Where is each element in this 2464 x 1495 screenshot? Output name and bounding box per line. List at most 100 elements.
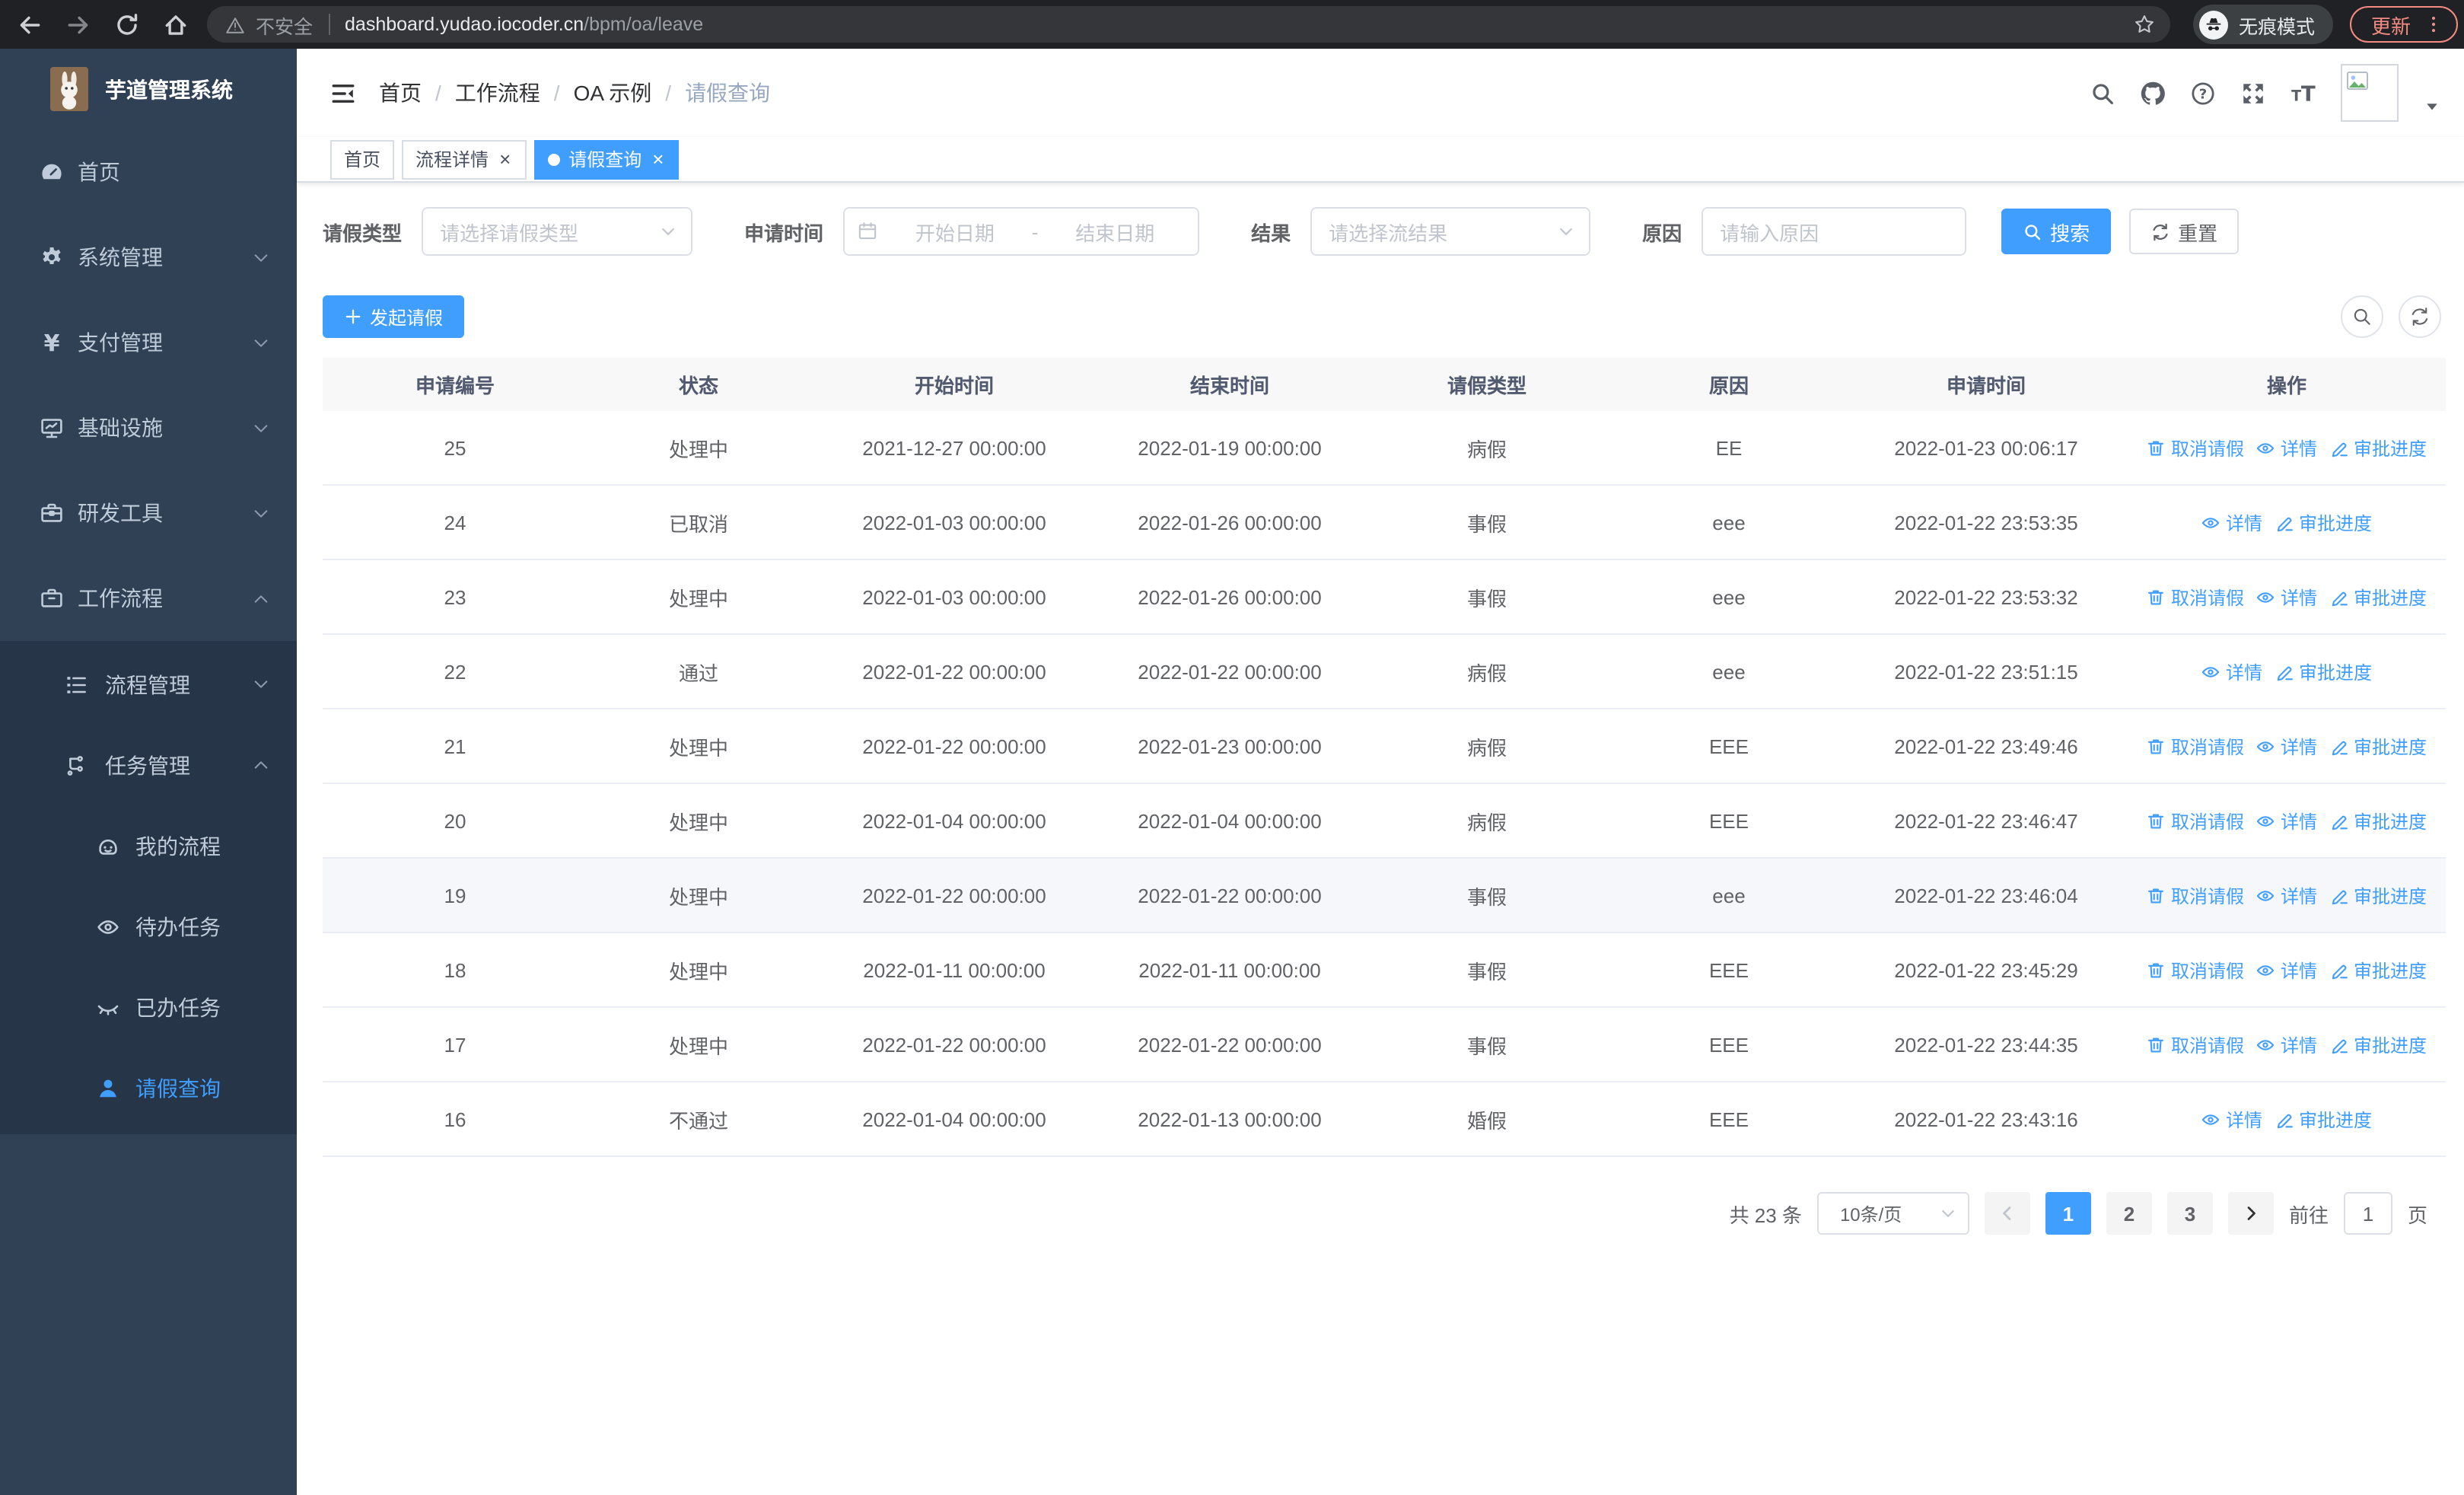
result-select[interactable]: 请选择流结果 [1310, 207, 1591, 256]
svg-text:T: T [2301, 81, 2316, 106]
browser-reload-icon[interactable] [114, 11, 140, 37]
action-cancel[interactable]: 取消请假 [2147, 1031, 2244, 1057]
action-detail[interactable]: 详情 [2256, 882, 2317, 908]
table-cell: 2022-01-22 23:49:46 [1894, 735, 2078, 757]
breadcrumb-item[interactable]: 工作流程 [455, 78, 540, 108]
action-progress[interactable]: 审批进度 [2329, 435, 2427, 461]
close-tab-icon[interactable]: × [651, 149, 665, 169]
action-progress[interactable]: 审批进度 [2275, 1106, 2372, 1132]
tab-leave-query[interactable]: 请假查询 × [533, 139, 680, 179]
font-size-icon[interactable]: TT [2291, 80, 2316, 106]
breadcrumb-item[interactable]: 首页 [379, 78, 422, 108]
create-leave-button[interactable]: 发起请假 [323, 295, 465, 338]
action-cancel[interactable]: 取消请假 [2147, 584, 2244, 610]
leave-type-select[interactable]: 请选择请假类型 [422, 207, 693, 256]
close-tab-icon[interactable]: × [498, 149, 512, 169]
refresh-table-button[interactable] [2399, 295, 2441, 338]
action-detail[interactable]: 详情 [2256, 808, 2317, 834]
logo-row[interactable]: 芋道管理系统 [0, 49, 297, 129]
search-button[interactable]: 搜索 [2001, 209, 2112, 254]
action-label: 审批进度 [2354, 1034, 2427, 1056]
browser-home-icon[interactable] [163, 11, 189, 37]
breadcrumb-item[interactable]: OA 示例 [574, 78, 652, 108]
action-progress[interactable]: 审批进度 [2329, 1031, 2427, 1057]
table-row[interactable]: 20 处理中 2022-01-04 00:00:00 2022-01-04 00:00… [323, 784, 2446, 859]
sidebar-item-done-tasks[interactable]: 已办任务 [0, 967, 297, 1047]
apply-time-range-picker[interactable]: 开始日期 - 结束日期 [843, 207, 1200, 256]
action-detail[interactable]: 详情 [2256, 957, 2317, 983]
avatar[interactable] [2341, 64, 2399, 122]
browser-back-icon[interactable] [17, 11, 43, 37]
sidebar-item-leave-query[interactable]: 请假查询 [0, 1047, 297, 1128]
action-progress[interactable]: 审批进度 [2329, 808, 2427, 834]
sidebar-item-process-mgmt[interactable]: 流程管理 [0, 644, 297, 725]
tab-home[interactable]: 首页 [330, 139, 395, 179]
sidebar-collapse-icon[interactable] [330, 80, 356, 106]
action-cancel[interactable]: 取消请假 [2147, 733, 2244, 759]
action-detail[interactable]: 详情 [2201, 509, 2262, 535]
action-cancel[interactable]: 取消请假 [2147, 808, 2244, 834]
action-progress[interactable]: 审批进度 [2329, 957, 2427, 983]
sidebar-item-workflow[interactable]: 工作流程 [0, 556, 297, 641]
action-cancel[interactable]: 取消请假 [2147, 957, 2244, 983]
action-progress[interactable]: 审批进度 [2275, 658, 2372, 684]
sidebar-item-todo-tasks[interactable]: 待办任务 [0, 886, 297, 967]
chevron-up-icon [251, 588, 271, 608]
table-row[interactable]: 21 处理中 2022-01-22 00:00:00 2022-01-23 00:00… [323, 709, 2446, 784]
avatar-caret-icon[interactable] [2423, 97, 2441, 116]
table-row[interactable]: 18 处理中 2022-01-11 00:00:00 2022-01-11 00:00… [323, 933, 2446, 1008]
prev-page-button[interactable] [1984, 1192, 2030, 1235]
reason-placeholder: 请输入原因 [1720, 222, 1819, 244]
pen-icon [2329, 1034, 2349, 1054]
sidebar-item-system[interactable]: 系统管理 [0, 215, 297, 300]
search-icon[interactable] [2090, 80, 2115, 106]
action-detail[interactable]: 详情 [2256, 435, 2317, 461]
url-bar[interactable]: 不安全 dashboard.yudao.iocoder.cn/bpm/oa/le… [207, 6, 2170, 43]
leave-type-placeholder: 请选择请假类型 [440, 222, 579, 244]
github-icon[interactable] [2140, 80, 2166, 106]
page-3-button[interactable]: 3 [2166, 1192, 2213, 1235]
action-detail[interactable]: 详情 [2201, 1106, 2262, 1132]
browser-menu-dots-icon[interactable] [2423, 14, 2444, 35]
action-cancel[interactable]: 取消请假 [2147, 882, 2244, 908]
action-progress[interactable]: 审批进度 [2275, 509, 2372, 535]
next-page-button[interactable] [2227, 1192, 2274, 1235]
table-row[interactable]: 23 处理中 2022-01-03 00:00:00 2022-01-26 00:00… [323, 560, 2446, 635]
table-row[interactable]: 24 已取消 2022-01-03 00:00:00 2022-01-26 00:00… [323, 486, 2446, 560]
sidebar-item-my-process[interactable]: 我的流程 [0, 805, 297, 886]
action-label: 取消请假 [2170, 811, 2244, 832]
pen-icon [2275, 512, 2294, 532]
action-progress[interactable]: 审批进度 [2329, 584, 2427, 610]
action-progress[interactable]: 审批进度 [2329, 882, 2427, 908]
sidebar-item-payment[interactable]: ¥ 支付管理 [0, 300, 297, 385]
browser-update-button[interactable]: 更新 [2350, 6, 2459, 43]
action-detail[interactable]: 详情 [2201, 658, 2262, 684]
sidebar-item-task-mgmt[interactable]: 任务管理 [0, 725, 297, 805]
fullscreen-icon[interactable] [2240, 80, 2266, 106]
sidebar-item-devtools[interactable]: 研发工具 [0, 470, 297, 556]
page-size-select[interactable]: 10条/页 [1816, 1192, 1969, 1235]
reset-button[interactable]: 重置 [2129, 209, 2240, 254]
goto-page-input[interactable] [2343, 1192, 2392, 1235]
page-1-button[interactable]: 1 [2045, 1192, 2091, 1235]
sidebar-item-infra[interactable]: 基础设施 [0, 385, 297, 470]
table-row[interactable]: 25 处理中 2021-12-27 00:00:00 2022-01-19 00:00… [323, 411, 2446, 486]
action-cancel[interactable]: 取消请假 [2147, 435, 2244, 461]
action-detail[interactable]: 详情 [2256, 584, 2317, 610]
show-search-toggle-button[interactable] [2341, 295, 2383, 338]
sidebar-item-home[interactable]: 首页 [0, 129, 297, 215]
action-detail[interactable]: 详情 [2256, 1031, 2317, 1057]
browser-forward-icon[interactable] [65, 11, 91, 37]
action-label: 详情 [2225, 1109, 2262, 1130]
tab-process-detail[interactable]: 流程详情 × [402, 139, 527, 179]
action-progress[interactable]: 审批进度 [2329, 733, 2427, 759]
table-row[interactable]: 19 处理中 2022-01-22 00:00:00 2022-01-22 00:00… [323, 859, 2446, 933]
table-row[interactable]: 16 不通过 2022-01-04 00:00:00 2022-01-13 00:00… [323, 1082, 2446, 1157]
page-2-button[interactable]: 2 [2106, 1192, 2152, 1235]
reason-input[interactable]: 请输入原因 [1702, 207, 1967, 256]
table-row[interactable]: 17 处理中 2022-01-22 00:00:00 2022-01-22 00:00… [323, 1008, 2446, 1082]
action-detail[interactable]: 详情 [2256, 733, 2317, 759]
table-row[interactable]: 22 通过 2022-01-22 00:00:00 2022-01-22 00:00:… [323, 635, 2446, 709]
help-icon[interactable]: ? [2190, 80, 2216, 106]
bookmark-star-icon[interactable] [2134, 14, 2155, 35]
